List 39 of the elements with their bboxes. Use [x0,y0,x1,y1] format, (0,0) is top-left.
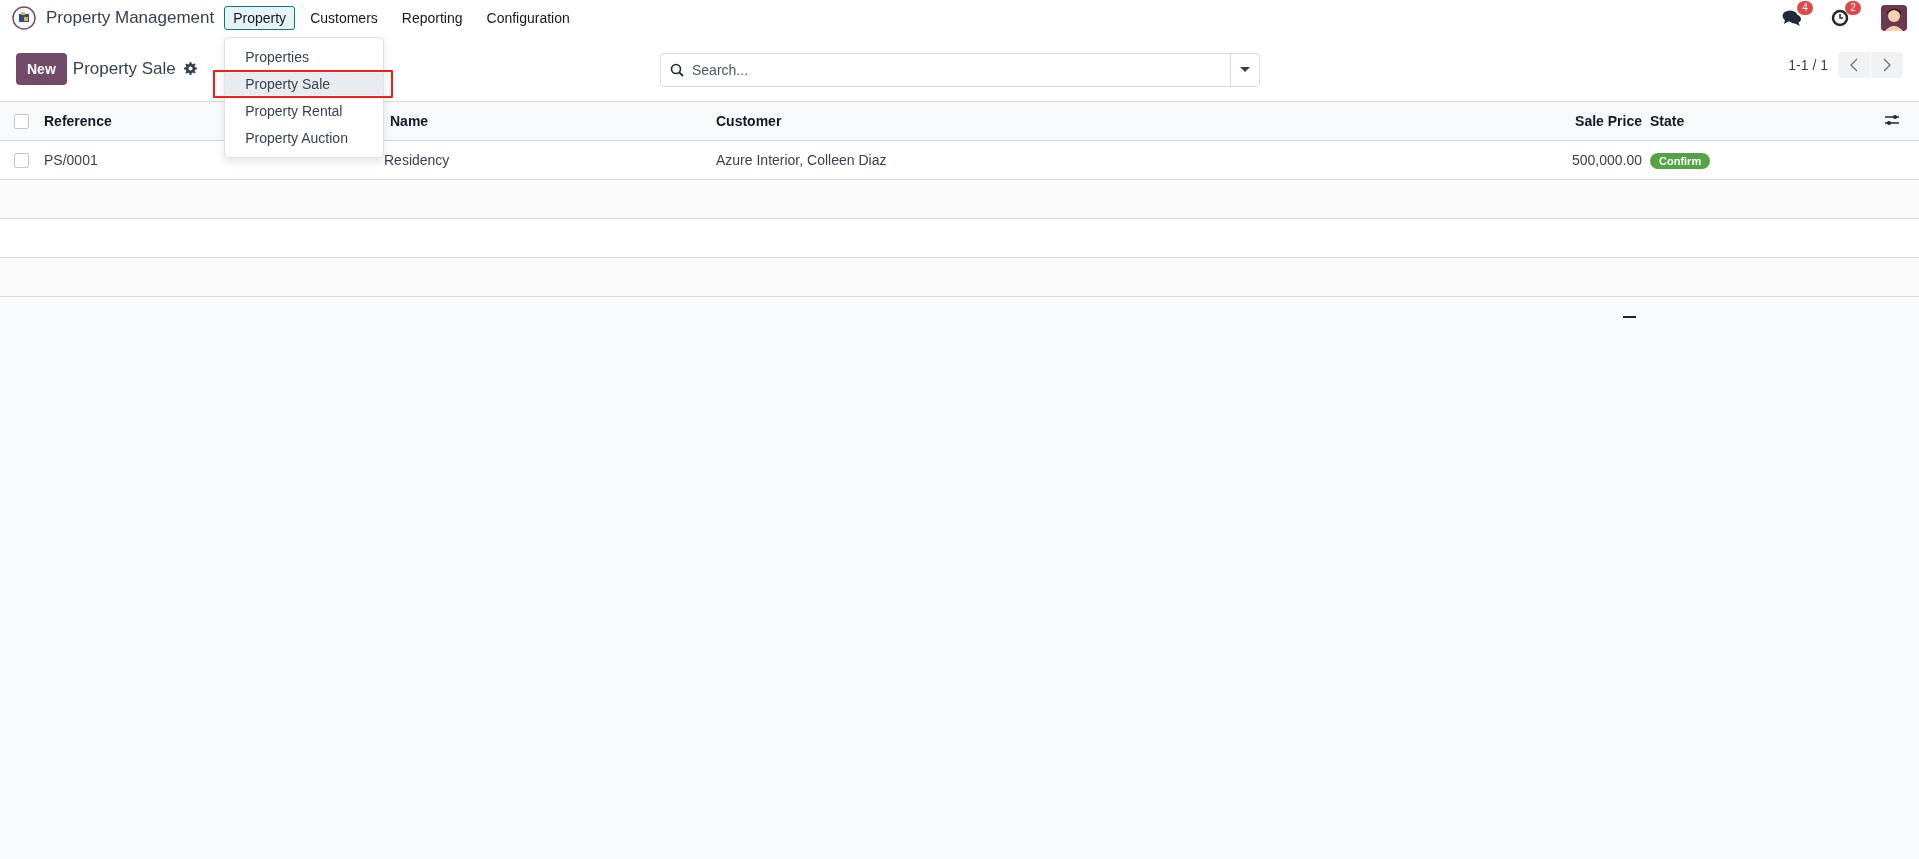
row-checkbox[interactable] [14,152,29,168]
column-options-icon[interactable] [1885,114,1899,126]
dropdown-item[interactable]: Properties [225,46,384,68]
breadcrumb: Property Sale [72,58,176,79]
dash-mark [1623,316,1636,318]
column-header[interactable]: Name [390,113,429,129]
pager-value[interactable]: 1-1 / 1 [1788,56,1828,73]
table-cell: 500,000.00 [1571,152,1642,168]
chevron-left-icon [1850,57,1858,72]
menu-tab[interactable]: Configuration [477,6,579,30]
clock-icon[interactable] [1831,9,1849,27]
search-input[interactable]: Search... [684,62,1230,78]
state-tag: Confirm [1650,152,1711,169]
table-cell: Residency [384,152,450,168]
column-header[interactable]: State [1650,113,1685,129]
table-cell: Azure Interior, Colleen Diaz [716,152,887,168]
table-cell: PS/0001 [44,152,98,168]
search-icon [670,63,684,77]
app-logo-icon [12,6,36,30]
select-all-checkbox[interactable] [14,113,29,129]
avatar-icon[interactable] [1881,5,1907,31]
dropdown-item[interactable]: Property Rental [225,100,384,122]
count-badge: 2 [1845,1,1861,15]
chevron-right-icon [1883,57,1891,72]
dropdown-item[interactable]: Property Auction [225,127,384,149]
column-header[interactable]: Reference [44,113,112,129]
search-field[interactable]: Search... [660,53,1260,87]
column-header[interactable]: Customer [716,113,782,129]
dropdown-item[interactable]: Property Sale [225,73,384,95]
menu-tab[interactable]: Reporting [392,6,472,30]
column-header[interactable]: Sale Price [1575,113,1642,129]
caret-icon [1240,67,1250,73]
chat-icon[interactable] [1782,9,1802,27]
count-badge: 4 [1797,1,1813,15]
menu-tab[interactable]: Property [224,6,296,30]
menu-tab[interactable]: Customers [301,6,387,30]
app-title: Property Management [46,8,215,28]
settings-icon[interactable] [183,62,197,75]
new-button[interactable]: New [16,52,67,85]
